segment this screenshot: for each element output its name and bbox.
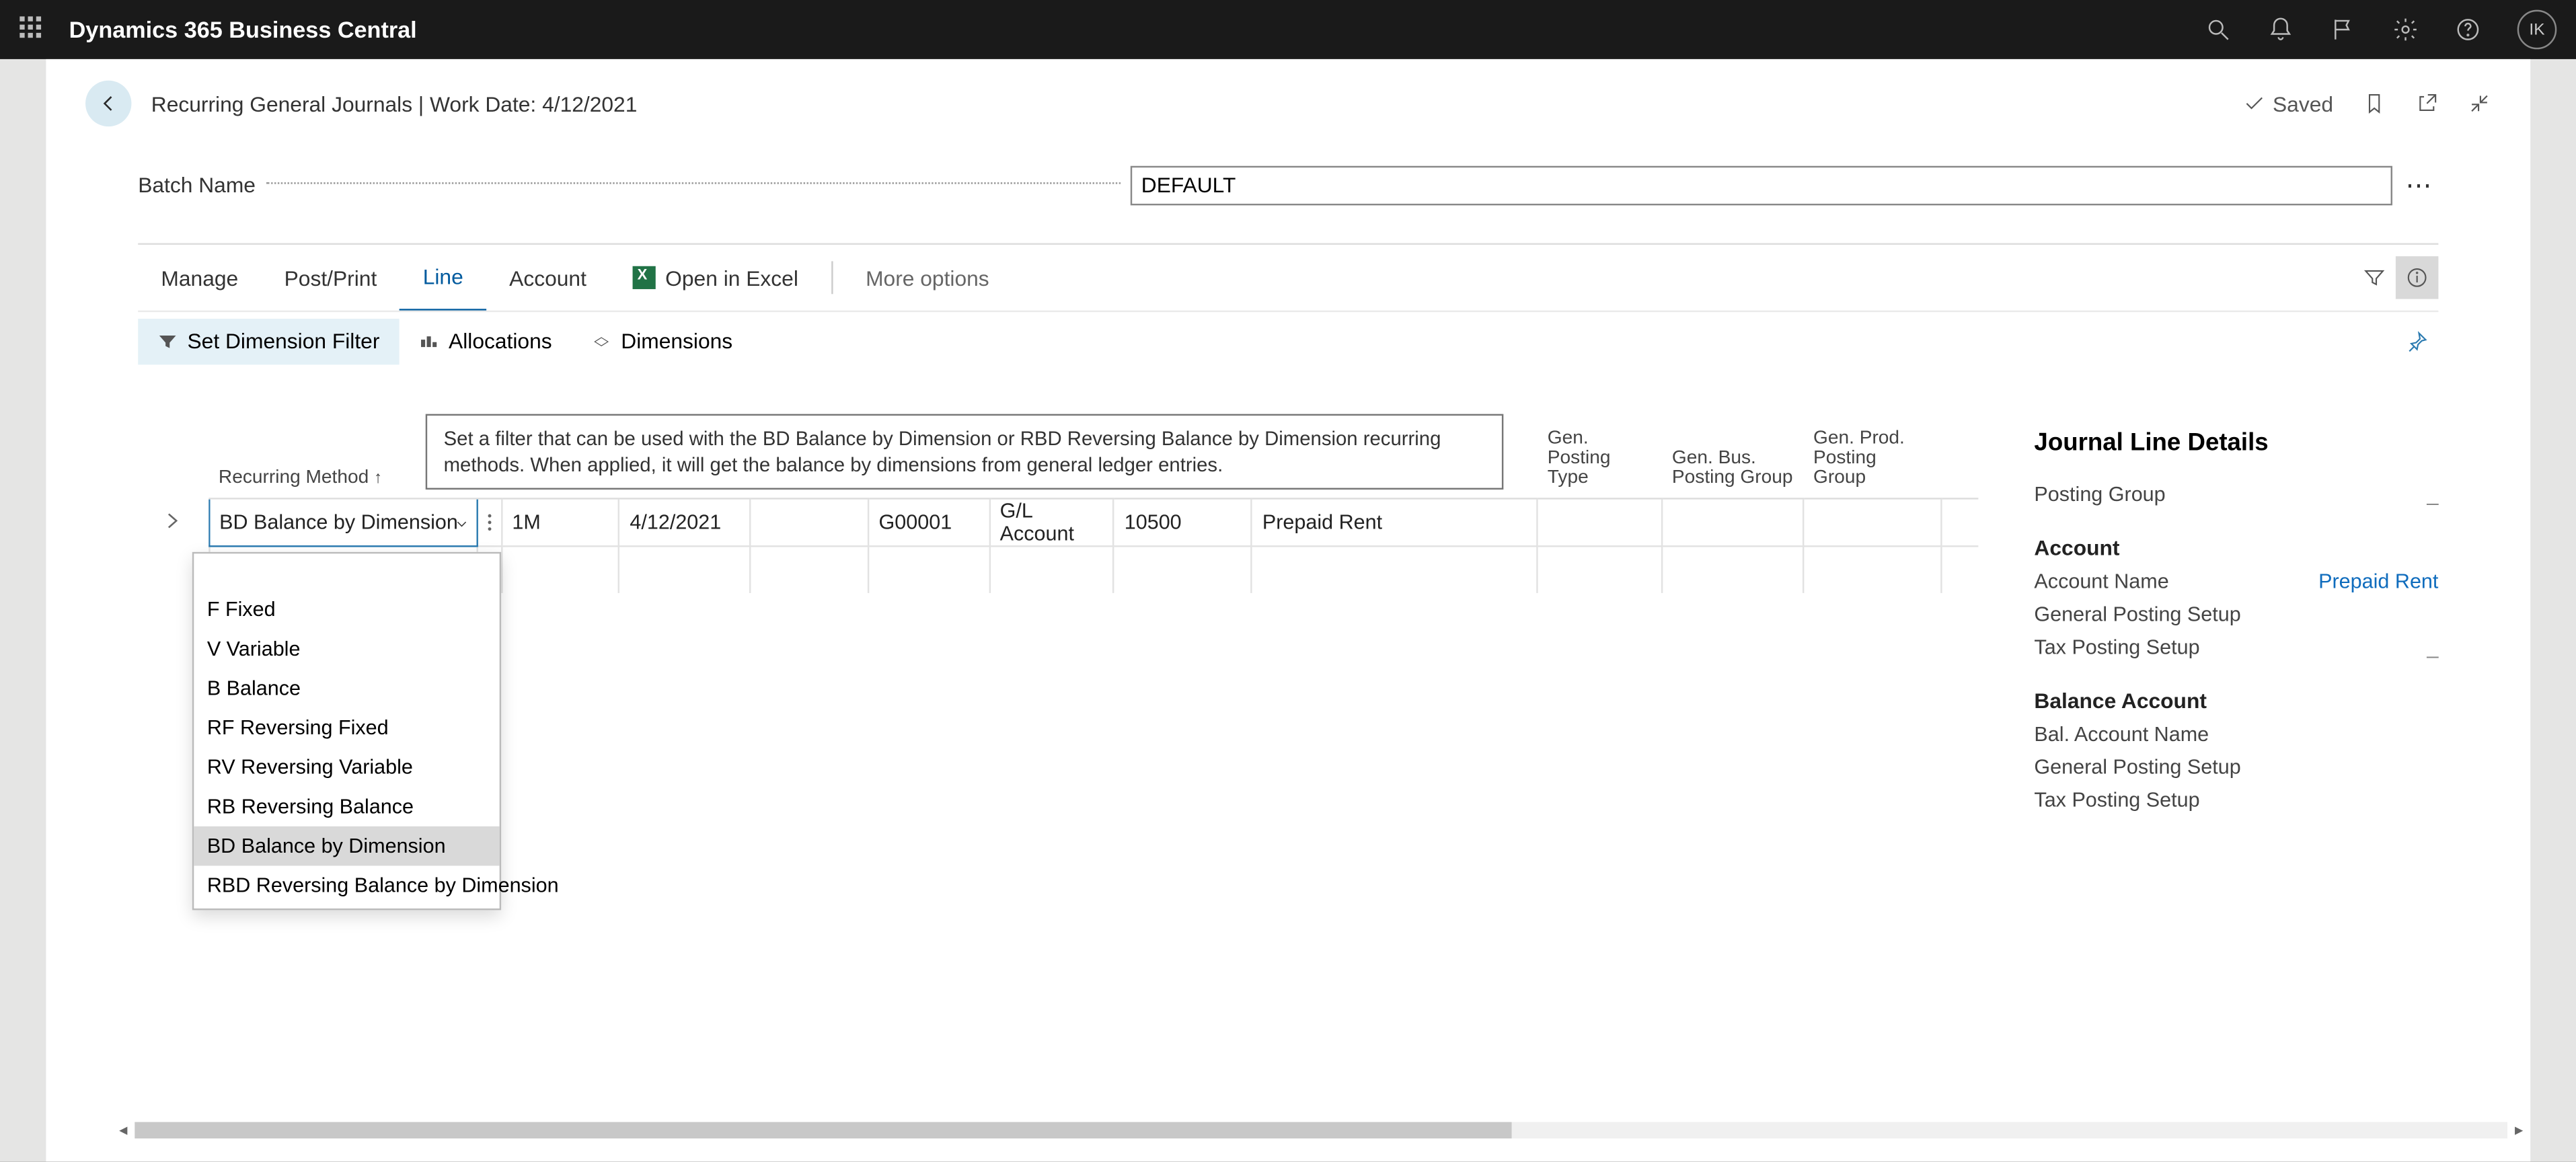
user-initials: IK [2529,21,2544,39]
allocations-button[interactable]: Allocations [400,318,572,364]
dropdown-option[interactable]: RV Reversing Variable [194,748,499,787]
document-no-cell[interactable]: G00001 [868,498,989,546]
chevron-down-icon[interactable] [454,514,470,531]
page-title: Recurring General Journals | Work Date: … [151,91,638,116]
global-topbar: Dynamics 365 Business Central IK [0,0,2576,59]
dotted-leader [266,182,1120,184]
pin-submenu-button[interactable] [2396,319,2439,362]
excel-icon [632,266,655,289]
balance-account-subheading: Balance Account [2034,689,2438,713]
bal-account-name-field: Bal. Account Name [2034,723,2438,746]
col-gen-prod-posting-group[interactable]: Gen. Prod. Posting Group [1803,422,1941,499]
batch-name-label: Batch Name [138,173,256,198]
dropdown-option[interactable]: RBD Reversing Balance by Dimension [194,865,499,905]
more-options-button[interactable]: More options [843,245,1012,311]
factbox-toggle-button[interactable] [2396,256,2439,299]
gen-prod-posting-group-cell[interactable] [1803,498,1941,546]
set-dimension-filter-tooltip: Set a filter that can be used with the B… [426,414,1504,490]
action-divider [831,261,833,294]
bal-tax-posting-setup-field: Tax Posting Setup [2034,789,2438,812]
dropdown-option[interactable]: BD Balance by Dimension [194,826,499,866]
bal-general-posting-setup-field: General Posting Setup [2034,756,2438,779]
journal-line-details-panel: Journal Line Details Posting Group _ Acc… [1978,422,2438,822]
app-title: Dynamics 365 Business Central [69,16,417,42]
allocations-icon [419,331,439,350]
info-icon [2406,266,2429,289]
gen-bus-posting-group-cell[interactable] [1662,498,1803,546]
gen-posting-type-cell[interactable] [1538,498,1662,546]
scroll-left-icon[interactable]: ◂ [112,1119,135,1142]
gear-icon[interactable] [2392,16,2419,42]
page-card: Recurring General Journals | Work Date: … [46,59,2530,1161]
posting-date-cell[interactable]: 4/12/2021 [619,498,751,546]
scrollbar-thumb[interactable] [135,1122,1511,1138]
dropdown-option[interactable]: V Variable [194,629,499,669]
collapse-icon[interactable] [2468,92,2491,115]
pin-icon [2406,330,2429,352]
recurring-frequency-cell[interactable]: 1M [501,498,619,546]
account-type-cell[interactable]: G/L Account [989,498,1114,546]
tab-account[interactable]: Account [486,245,609,311]
horizontal-scrollbar[interactable]: ◂ ▸ [112,1119,2530,1142]
saved-indicator: Saved [2243,91,2333,116]
filter-pane-button[interactable] [2353,256,2396,299]
open-in-excel-button[interactable]: Open in Excel [609,245,821,311]
scroll-right-icon[interactable]: ▸ [2507,1119,2530,1142]
description-cell[interactable]: Prepaid Rent [1252,498,1538,546]
document-type-cell[interactable] [751,498,868,546]
recurring-method-cell[interactable]: BD Balance by Dimension [209,498,478,546]
posting-group-field: Posting Group _ [2034,483,2438,506]
amount-cell[interactable]: 0.00 [1941,498,1978,546]
bookmark-icon[interactable] [2363,92,2386,115]
tax-posting-setup-field: Tax Posting Setup _ [2034,635,2438,658]
recurring-method-dropdown: F Fixed V Variable B Balance RF Reversin… [192,552,501,911]
col-gen-bus-posting-group[interactable]: Gen. Bus. Posting Group [1662,422,1803,499]
col-gen-posting-type[interactable]: Gen. Posting Type [1538,422,1662,499]
page-header: Recurring General Journals | Work Date: … [46,59,2530,148]
back-button[interactable] [85,81,131,126]
dropdown-option[interactable]: B Balance [194,668,499,708]
current-row-indicator [138,498,209,546]
action-bar: Manage Post/Print Line Account Open in E… [138,245,2438,311]
bell-icon[interactable] [2267,16,2294,42]
account-name-link[interactable]: Prepaid Rent [2318,570,2438,593]
check-icon [2243,92,2266,115]
user-avatar[interactable]: IK [2517,10,2557,50]
tab-manage[interactable]: Manage [138,245,261,311]
col-amount[interactable]: Amount [1941,422,1978,499]
account-subheading: Account [2034,535,2438,560]
sub-action-bar: Set Dimension Filter Allocations Dimensi… [138,311,2438,370]
dimensions-button[interactable]: Dimensions [572,318,753,364]
popout-icon[interactable] [2415,92,2438,115]
tab-line[interactable]: Line [400,245,486,311]
set-dimension-filter-button[interactable]: Set Dimension Filter [138,318,400,364]
saved-label: Saved [2273,91,2333,116]
detail-heading: Journal Line Details [2034,429,2438,457]
batch-name-lookup-button[interactable]: ⋯ [2399,165,2439,205]
dropdown-option[interactable]: RF Reversing Fixed [194,708,499,748]
funnel-icon [158,331,178,350]
row-actions-button[interactable] [478,498,501,546]
dropdown-option[interactable]: F Fixed [194,590,499,629]
app-launcher-icon[interactable] [20,16,46,42]
funnel-icon [2363,266,2386,289]
dropdown-option[interactable]: RB Reversing Balance [194,787,499,826]
dimensions-icon [591,331,611,350]
recurring-method-value: BD Balance by Dimension [219,511,458,534]
help-icon[interactable] [2455,16,2481,42]
search-icon[interactable] [2205,16,2232,42]
account-no-cell[interactable]: 10500 [1114,498,1252,546]
batch-name-row: Batch Name ⋯ [138,148,2438,223]
account-name-field: Account Name Prepaid Rent [2034,570,2438,593]
flag-icon[interactable] [2330,16,2356,42]
batch-name-input[interactable] [1130,165,2392,205]
table-row[interactable]: BD Balance by Dimension 1M 4/12/2021 G00… [138,498,1978,546]
general-posting-setup-field: General Posting Setup [2034,603,2438,626]
tab-postprint[interactable]: Post/Print [261,245,400,311]
